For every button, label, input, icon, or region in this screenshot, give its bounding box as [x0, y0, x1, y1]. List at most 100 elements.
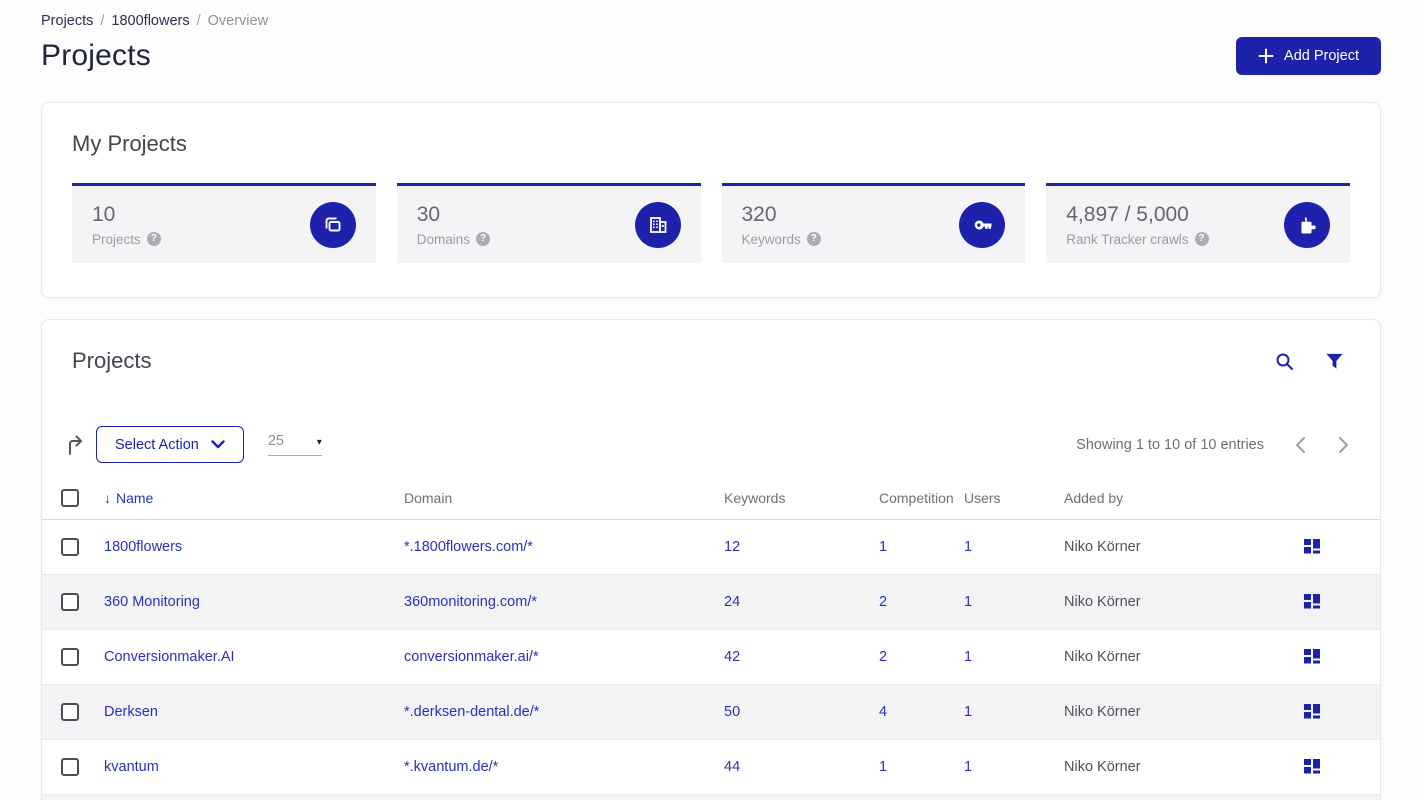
table-row: kvantum *.kvantum.de/* 44 1 1 Niko Körne…: [42, 740, 1380, 795]
project-competition-link[interactable]: 4: [879, 704, 887, 720]
column-header-users[interactable]: Users: [964, 490, 1064, 506]
stat-label: Domains ?: [416, 231, 491, 247]
stat-label: Projects ?: [92, 232, 161, 247]
project-keywords-link[interactable]: 42: [724, 649, 740, 665]
stat-value: 4,897 / 5,000: [1066, 202, 1189, 226]
column-header-competition[interactable]: Competition: [879, 490, 964, 506]
page-size-select[interactable]: 25 ▾: [267, 433, 322, 456]
projects-copy-icon: [309, 201, 356, 248]
filter-icon[interactable]: [1325, 352, 1344, 371]
project-domain-link[interactable]: *.kvantum.de/*: [404, 759, 498, 775]
column-header-keywords[interactable]: Keywords: [724, 490, 879, 506]
project-keywords-link[interactable]: 44: [724, 759, 740, 775]
chevron-left-icon[interactable]: [1294, 436, 1307, 454]
my-projects-title: My Projects: [72, 131, 187, 156]
project-users-link[interactable]: 1: [964, 649, 972, 665]
project-competition-link[interactable]: 2: [879, 594, 887, 610]
page-size-value: 25: [267, 433, 284, 449]
chevron-right-icon[interactable]: [1337, 436, 1350, 454]
building-icon: [634, 201, 681, 248]
row-checkbox[interactable]: [61, 758, 79, 776]
project-competition-link[interactable]: 1: [879, 759, 887, 775]
column-header-name[interactable]: ↓ Name: [104, 490, 153, 506]
select-action-dropdown[interactable]: Select Action: [96, 426, 244, 463]
project-competition-link[interactable]: 1: [879, 539, 887, 555]
row-checkbox[interactable]: [61, 538, 79, 556]
table-row: Conversionmaker.AI conversionmaker.ai/* …: [42, 630, 1380, 685]
stat-card-keywords: 320 Keywords ?: [721, 183, 1026, 263]
table-row: Derksen *.derksen-dental.de/* 50 4 1 Nik…: [42, 685, 1380, 740]
row-checkbox[interactable]: [61, 648, 79, 666]
puzzle-icon: [1284, 201, 1330, 248]
project-users-link[interactable]: 1: [964, 759, 972, 775]
project-keywords-link[interactable]: 50: [724, 704, 740, 720]
breadcrumb-separator: /: [196, 13, 201, 29]
table-row-partial: [42, 795, 1380, 800]
row-checkbox[interactable]: [61, 593, 79, 611]
help-icon[interactable]: ?: [146, 232, 161, 246]
my-projects-panel: My Projects 10 Projects ? 30 Domains ? 3…: [41, 102, 1381, 298]
stat-card-domains: 30 Domains ?: [396, 183, 701, 263]
project-domain-link[interactable]: *.1800flowers.com/*: [404, 539, 533, 555]
project-competition-link[interactable]: 2: [879, 649, 887, 665]
stat-label: Rank Tracker crawls ?: [1066, 231, 1209, 247]
project-domain-link[interactable]: *.derksen-dental.de/*: [404, 704, 539, 720]
caret-down-icon: ▾: [316, 437, 322, 448]
add-project-button[interactable]: Add Project: [1236, 37, 1381, 75]
add-project-label: Add Project: [1284, 48, 1359, 64]
help-icon[interactable]: ?: [806, 232, 821, 246]
dashboard-icon[interactable]: [1304, 539, 1321, 555]
table-title-row: Projects: [42, 348, 1380, 374]
dashboard-icon[interactable]: [1304, 704, 1321, 720]
dashboard-icon[interactable]: [1304, 759, 1321, 775]
column-header-added-by[interactable]: Added by: [1064, 490, 1263, 506]
row-checkbox[interactable]: [61, 703, 79, 721]
stat-text: 10 Projects ?: [92, 203, 161, 247]
project-name-link[interactable]: 1800flowers: [104, 539, 182, 555]
project-domain-link[interactable]: conversionmaker.ai/*: [404, 649, 539, 665]
stat-label-text: Rank Tracker crawls: [1066, 231, 1189, 247]
project-added-by: Niko Körner: [1064, 759, 1141, 775]
stat-label-text: Keywords: [741, 231, 801, 247]
chevron-down-icon: [211, 440, 225, 449]
project-users-link[interactable]: 1: [964, 539, 972, 555]
stat-card-crawls: 4,897 / 5,000 Rank Tracker crawls ?: [1046, 183, 1350, 263]
column-header-domain[interactable]: Domain: [404, 490, 724, 506]
table-title-icons: [1274, 351, 1344, 372]
column-header-name-label: Name: [116, 489, 154, 506]
stat-value: 320: [741, 202, 777, 226]
breadcrumb-item-1800flowers[interactable]: 1800flowers: [111, 13, 189, 29]
project-name-link[interactable]: Conversionmaker.AI: [104, 649, 235, 665]
dashboard-icon[interactable]: [1304, 594, 1321, 610]
project-users-link[interactable]: 1: [964, 594, 972, 610]
stat-card-projects: 10 Projects ?: [72, 183, 376, 263]
breadcrumb-item-projects[interactable]: Projects: [41, 13, 93, 29]
project-keywords-link[interactable]: 24: [724, 594, 740, 610]
stat-text: 320 Keywords ?: [742, 203, 821, 247]
project-name-link[interactable]: Derksen: [104, 704, 158, 720]
export-arrow-icon[interactable]: [63, 432, 87, 458]
project-name-link[interactable]: 360 Monitoring: [104, 594, 200, 610]
showing-entries-text: Showing 1 to 10 of 10 entries: [1076, 436, 1264, 453]
page: Projects / 1800flowers / Overview Projec…: [0, 0, 1422, 800]
stat-label-text: Domains: [416, 231, 471, 247]
project-users-link[interactable]: 1: [964, 704, 972, 720]
page-title: Projects: [41, 39, 151, 72]
projects-table: ↓ Name Domain Keywords Competition Users…: [42, 476, 1380, 800]
key-icon: [959, 201, 1006, 248]
projects-table-panel: Projects Select Action 25 ▾ Showing 1 to…: [41, 319, 1381, 800]
stat-value: 30: [416, 202, 441, 226]
stats-row: 10 Projects ? 30 Domains ? 320 Keywords …: [72, 183, 1350, 263]
project-domain-link[interactable]: 360monitoring.com/*: [404, 594, 537, 610]
table-header-row: ↓ Name Domain Keywords Competition Users…: [42, 476, 1380, 520]
project-added-by: Niko Körner: [1064, 539, 1141, 555]
project-name-link[interactable]: kvantum: [104, 759, 159, 775]
breadcrumb: Projects / 1800flowers / Overview: [41, 0, 1381, 29]
select-all-checkbox[interactable]: [61, 488, 79, 507]
dashboard-icon[interactable]: [1304, 649, 1321, 665]
search-icon[interactable]: [1274, 351, 1295, 372]
help-icon[interactable]: ?: [1194, 232, 1209, 246]
table-row: 1800flowers *.1800flowers.com/* 12 1 1 N…: [42, 520, 1380, 575]
project-keywords-link[interactable]: 12: [724, 539, 740, 555]
help-icon[interactable]: ?: [476, 232, 491, 246]
